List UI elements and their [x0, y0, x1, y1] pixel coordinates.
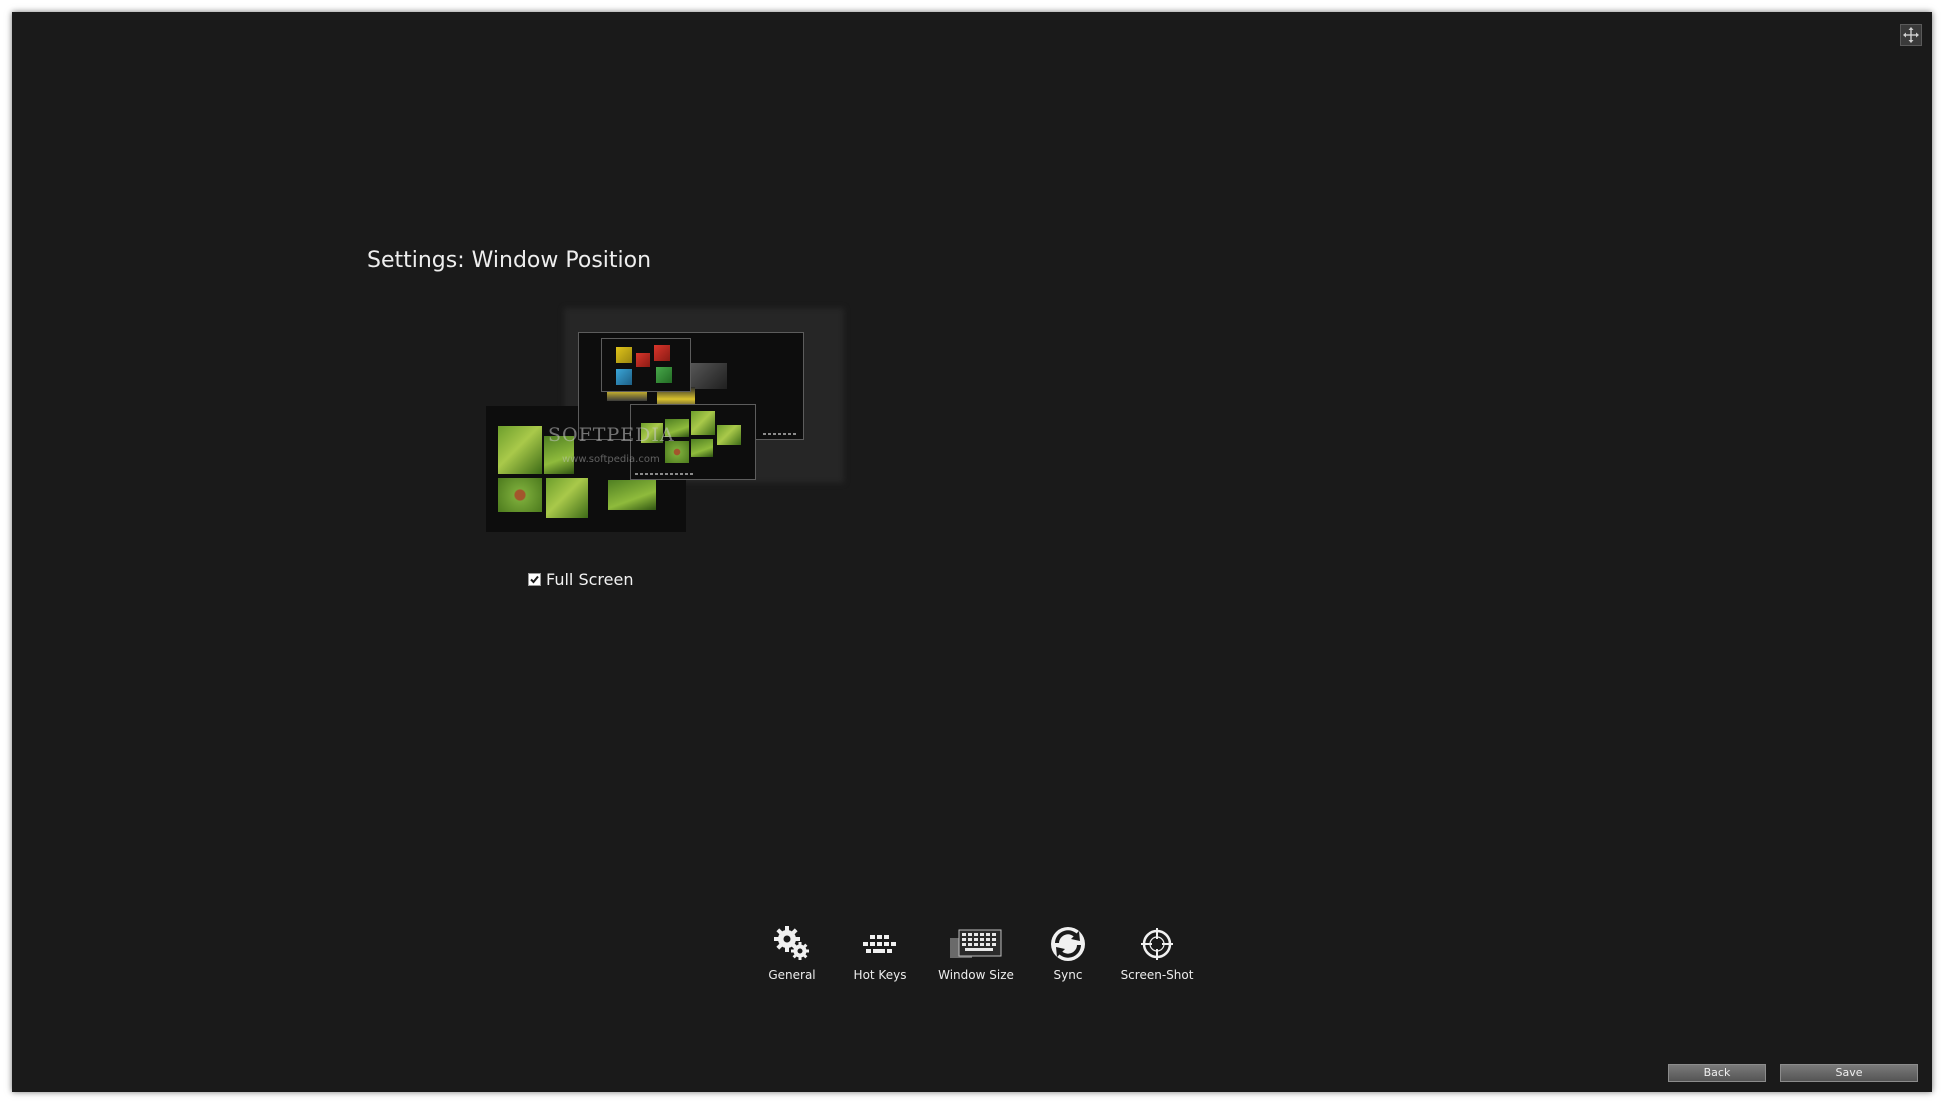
preview-thumbnail	[608, 480, 656, 510]
preview-thumbnail	[636, 353, 650, 367]
crosshair-icon	[1141, 928, 1173, 960]
preview-thumbnail	[616, 369, 632, 385]
watermark-title: SOFTPEDIA	[548, 424, 675, 446]
move-arrows-icon	[1903, 27, 1919, 43]
nav-screen-shot-button[interactable]: Screen-Shot	[1112, 924, 1202, 982]
preview-icons-panel	[601, 338, 691, 392]
nav-hot-keys-label: Hot Keys	[853, 968, 907, 982]
sync-icon	[1051, 927, 1085, 961]
nav-screen-shot-label: Screen-Shot	[1120, 968, 1194, 982]
fullscreen-checkbox[interactable]	[528, 573, 541, 586]
preview-thumbnail	[654, 345, 670, 361]
window-position-preview: SOFTPEDIA www.softpedia.com	[486, 308, 856, 538]
back-button[interactable]: Back	[1668, 1064, 1766, 1082]
nav-general-label: General	[768, 968, 816, 982]
nav-window-size-button[interactable]: Window Size	[928, 924, 1024, 982]
nav-window-size-label: Window Size	[938, 968, 1014, 982]
preview-status-bar	[635, 473, 695, 475]
checkmark-icon	[530, 575, 539, 584]
preview-thumbnail	[691, 439, 713, 457]
preview-thumbnail	[656, 367, 672, 383]
preview-thumbnail	[616, 347, 632, 363]
preview-thumbnail	[691, 411, 715, 435]
preview-thumbnail	[546, 478, 588, 518]
preview-thumbnail	[498, 426, 542, 474]
page-title: Settings: Window Position	[367, 248, 652, 273]
watermark-url: www.softpedia.com	[562, 454, 660, 465]
keyboard-icon	[950, 929, 1002, 958]
preview-status-bar	[763, 433, 797, 435]
fullscreen-option[interactable]: Full Screen	[528, 570, 633, 589]
keys-icon	[863, 935, 896, 953]
nav-hot-keys-button[interactable]: Hot Keys	[838, 924, 922, 982]
nav-general-button[interactable]: General	[750, 924, 834, 982]
preview-thumbnail	[717, 425, 741, 445]
settings-window: Settings: Window Position SOFTPEDIA www.…	[12, 12, 1932, 1092]
nav-sync-button[interactable]: Sync	[1036, 924, 1100, 982]
gears-icon	[774, 926, 809, 960]
preview-thumbnail	[498, 478, 542, 512]
nav-sync-label: Sync	[1053, 968, 1083, 982]
preview-thumbnail	[687, 363, 727, 389]
save-button[interactable]: Save	[1780, 1064, 1918, 1082]
fullscreen-label: Full Screen	[546, 570, 634, 589]
move-window-button[interactable]	[1900, 24, 1922, 46]
